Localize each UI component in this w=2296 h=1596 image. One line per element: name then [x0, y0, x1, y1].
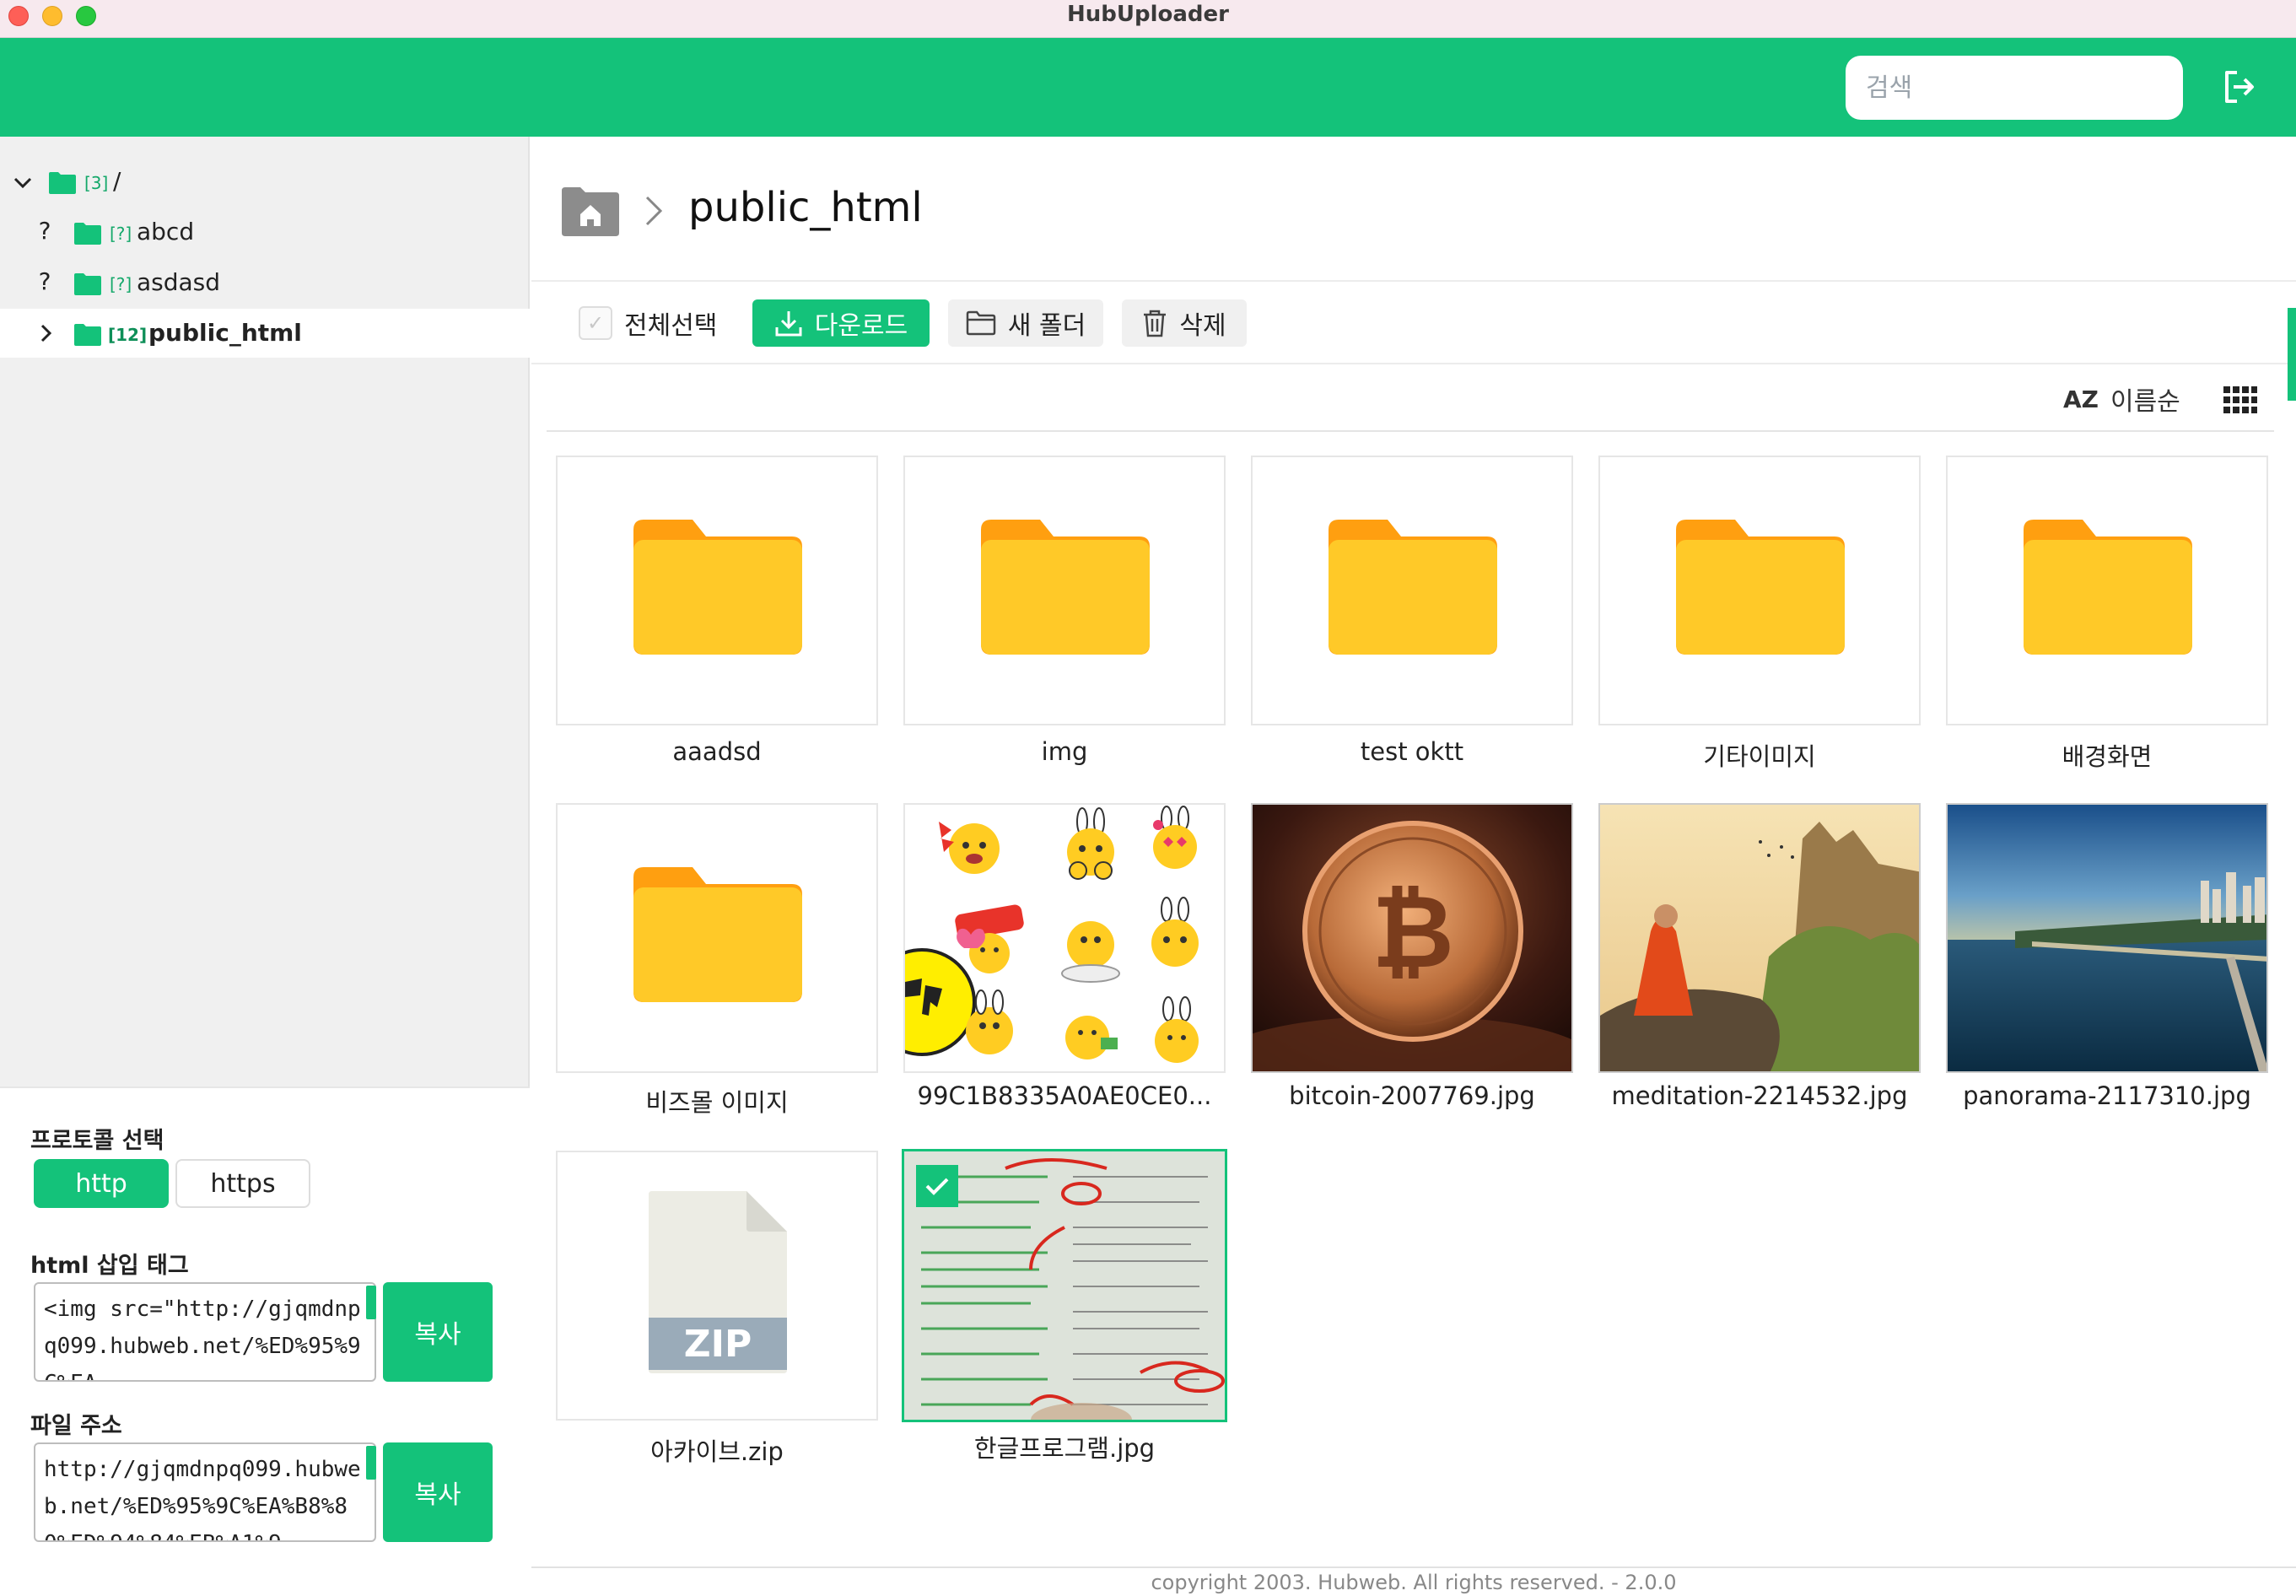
- divider: [531, 363, 2296, 364]
- new-folder-label: 새 폴더: [1007, 311, 1086, 341]
- tree-count: [?]: [110, 274, 132, 294]
- file-tile[interactable]: ₿: [1251, 803, 1573, 1073]
- protocol-http-button[interactable]: http: [34, 1159, 169, 1208]
- folder-icon: [981, 520, 1150, 655]
- delete-button[interactable]: 삭제: [1122, 299, 1247, 347]
- file-tile[interactable]: [903, 456, 1226, 725]
- folder-icon: [74, 273, 101, 295]
- folder-icon: [74, 324, 101, 346]
- file-name: 기타이미지: [1703, 742, 1816, 771]
- file-name: panorama-2117310.jpg: [1963, 1081, 2251, 1110]
- select-all-label: 전체선택: [624, 311, 718, 341]
- file-name: 99C1B8335A0AE0CE0...: [917, 1081, 1212, 1110]
- panorama-image-thumbnail: [1948, 805, 2266, 1071]
- file-name: test oktt: [1360, 737, 1464, 766]
- file-tile[interactable]: [556, 456, 878, 725]
- download-icon: [775, 311, 802, 337]
- folder-icon: [633, 520, 802, 655]
- file-url-field[interactable]: http://gjqmdnpq099.hubweb.net/%ED%95%9C%…: [34, 1442, 376, 1542]
- folder-icon: [633, 867, 802, 1002]
- file-name: 배경화면: [2062, 742, 2153, 771]
- search-input[interactable]: [1846, 56, 2183, 120]
- tree-item-asdasd[interactable]: ? [?] asdasd: [0, 258, 530, 307]
- home-folder-icon[interactable]: [562, 187, 619, 236]
- unknown-toggle-icon[interactable]: ?: [32, 217, 57, 245]
- file-tile[interactable]: ZIP: [556, 1151, 878, 1421]
- new-folder-button[interactable]: 새 폴더: [948, 299, 1103, 347]
- tree-label: /: [113, 167, 121, 195]
- file-name: 비즈몰 이미지: [645, 1088, 789, 1117]
- current-folder-title: public_html: [688, 184, 923, 231]
- file-tile[interactable]: [556, 803, 878, 1073]
- tree-label: asdasd: [137, 268, 221, 296]
- selected-check-icon[interactable]: [916, 1165, 958, 1207]
- file-name: img: [1041, 737, 1088, 766]
- delete-label: 삭제: [1179, 311, 1226, 341]
- sort-by-name-button[interactable]: AZ 이름순: [2063, 378, 2180, 420]
- tree-item-root[interactable]: [3] /: [0, 159, 530, 208]
- tree-count: [?]: [110, 224, 132, 244]
- download-button[interactable]: 다운로드: [752, 299, 930, 347]
- tree-count: [3]: [84, 173, 109, 193]
- tree-label: public_html: [148, 319, 302, 347]
- tree-item-abcd[interactable]: ? [?] abcd: [0, 208, 530, 256]
- sticker-image-thumbnail: [905, 805, 1224, 1071]
- file-name: aaadsd: [672, 737, 762, 766]
- download-label: 다운로드: [814, 311, 908, 341]
- copy-file-url-button[interactable]: 복사: [383, 1442, 493, 1542]
- divider: [531, 280, 2296, 282]
- grid-view-icon[interactable]: [2223, 386, 2257, 413]
- folder-icon: [1329, 520, 1497, 655]
- meditation-image-thumbnail: [1600, 805, 1919, 1071]
- file-name: 한글프로그램.jpg: [973, 1434, 1156, 1463]
- zip-badge: ZIP: [683, 1323, 752, 1366]
- sort-az-icon: AZ: [2063, 385, 2099, 413]
- tree-item-public-html[interactable]: [12] public_html: [0, 309, 530, 358]
- trash-icon: [1144, 310, 1167, 337]
- breadcrumb-separator: [643, 192, 665, 239]
- logout-icon[interactable]: [2218, 66, 2261, 108]
- file-name: 아카이브.zip: [650, 1437, 784, 1466]
- chevron-down-icon[interactable]: [10, 170, 35, 196]
- chevron-right-icon[interactable]: [34, 321, 59, 346]
- checkbox-icon[interactable]: ✓: [579, 306, 612, 340]
- folder-icon: [49, 172, 76, 194]
- file-tile-selected[interactable]: [902, 1149, 1227, 1422]
- footer-copyright: copyright 2003. Hubweb. All rights reser…: [531, 1566, 2296, 1596]
- tree-label: abcd: [137, 218, 195, 245]
- divider: [547, 430, 2274, 432]
- window-title: HubUploader: [1067, 2, 1229, 27]
- folder-icon: [1676, 520, 1845, 655]
- protocol-https-button[interactable]: https: [175, 1159, 310, 1208]
- file-tile[interactable]: [1251, 456, 1573, 725]
- svg-text:₿: ₿: [1372, 874, 1454, 991]
- folder-icon: [2024, 520, 2192, 655]
- file-tile[interactable]: [903, 803, 1226, 1073]
- folder-outline-icon: [966, 310, 996, 336]
- select-all-button[interactable]: ✓ 전체선택: [579, 299, 729, 347]
- html-tag-label: html 삽입 태그: [30, 1253, 189, 1279]
- file-url-scrollbar[interactable]: [366, 1446, 376, 1480]
- html-tag-scrollbar[interactable]: [366, 1286, 376, 1319]
- file-name: bitcoin-2007769.jpg: [1289, 1081, 1535, 1110]
- copy-html-tag-button[interactable]: 복사: [383, 1282, 493, 1382]
- sort-label: 이름순: [2110, 387, 2180, 417]
- file-name: meditation-2214532.jpg: [1611, 1081, 1908, 1110]
- html-tag-field[interactable]: <img src="http://gjqmdnpq099.hubweb.net/…: [34, 1282, 376, 1382]
- folder-icon: [74, 223, 101, 245]
- main-scrollbar[interactable]: [2288, 308, 2296, 401]
- tree-count: [12]: [108, 325, 148, 345]
- unknown-toggle-icon[interactable]: ?: [32, 267, 57, 295]
- file-tile[interactable]: [1598, 803, 1921, 1073]
- title-bar: HubUploader: [0, 0, 2296, 38]
- protocol-label: 프로토콜 선택: [30, 1128, 164, 1154]
- file-tile[interactable]: [1946, 456, 2268, 725]
- file-tile[interactable]: [1946, 803, 2268, 1073]
- file-tile[interactable]: [1598, 456, 1921, 725]
- bitcoin-image-thumbnail: ₿: [1253, 805, 1571, 1071]
- file-url-label: 파일 주소: [30, 1413, 122, 1439]
